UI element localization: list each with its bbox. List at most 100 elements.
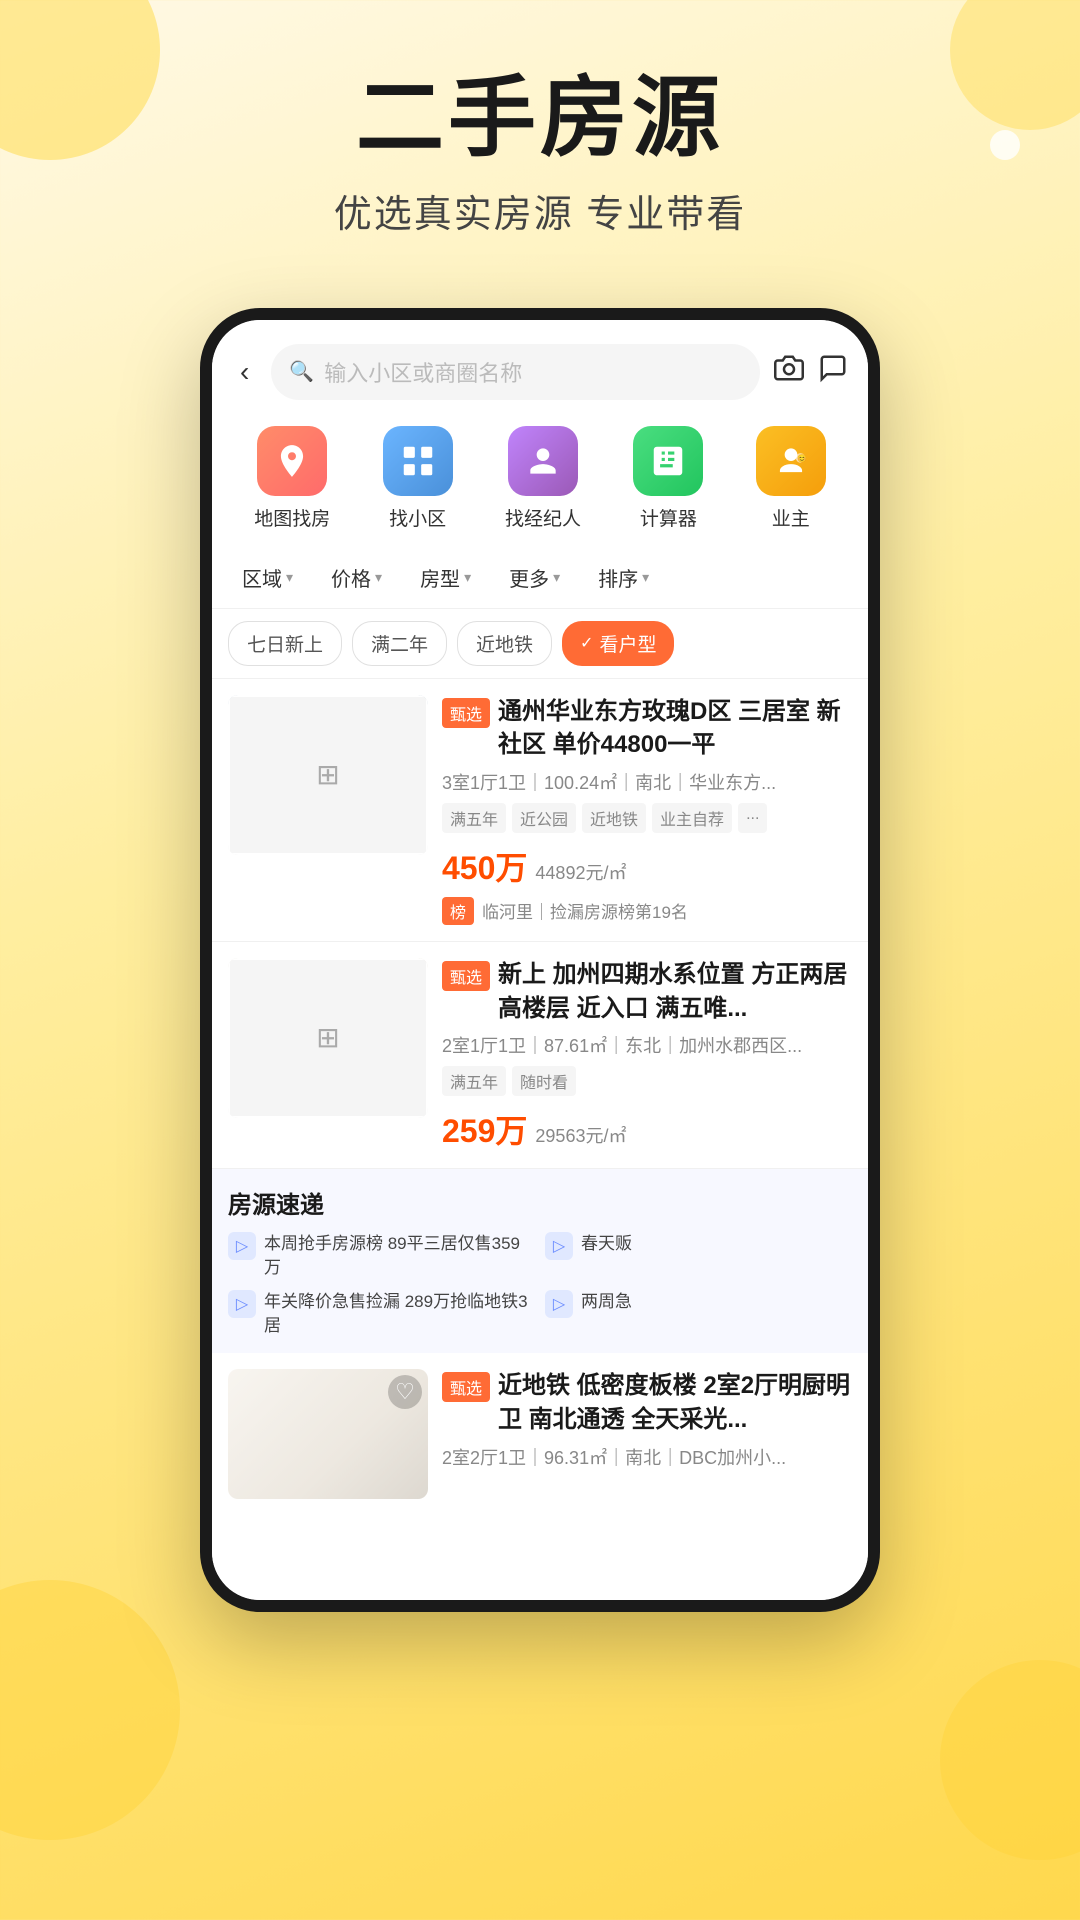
deco-circle-bottomleft	[0, 1580, 180, 1840]
nav-item-map[interactable]: 地图找房	[254, 426, 330, 531]
chevron-down-icon: ▾	[642, 569, 649, 586]
listing-meta-3: 2室2厅1卫｜96.31㎡｜南北｜DBC加州小...	[442, 1445, 852, 1472]
express-text-2: 年关降价急售捡漏 289万抢临地铁3居	[264, 1290, 535, 1338]
express-icon-1: ▷	[545, 1232, 573, 1260]
message-icon-button[interactable]	[818, 353, 848, 391]
page-header: 二手房源 优选真实房源 专业带看	[0, 0, 1080, 268]
search-bar-row: ‹ 🔍 输入小区或商圈名称	[212, 320, 868, 416]
express-text-1: 春天贩	[581, 1232, 632, 1256]
express-item-3[interactable]: ▷ 两周急	[545, 1290, 852, 1338]
tag-1-2: 近地铁	[582, 803, 646, 833]
pill-subway[interactable]: 近地铁	[457, 621, 552, 666]
tag-1-0: 满五年	[442, 803, 506, 833]
chevron-down-icon: ▾	[375, 569, 382, 586]
express-text-3: 两周急	[581, 1290, 632, 1314]
filter-sort[interactable]: 排序 ▾	[584, 555, 663, 600]
listing-title-2: 新上 加州四期水系位置 方正两居 高楼层 近入口 满五唯...	[498, 958, 852, 1025]
zhijing-badge-3: 甄选	[442, 1372, 490, 1402]
express-grid: ▷ 本周抢手房源榜 89平三居仅售359万 ▷ 春天贩 ▷ 年关降价急售捡漏 2…	[228, 1232, 852, 1337]
nav-label-area: 找小区	[389, 504, 446, 531]
listing-image-2: ♡ ⊞	[228, 958, 428, 1118]
calc-icon	[633, 426, 703, 496]
chevron-down-icon: ▾	[464, 569, 471, 586]
listing-card-1[interactable]: ♡ ⊞ 甄选 通州华业东方玫瑰D区 三居室 新社区 单价44800一平 3室1厅…	[212, 679, 868, 942]
nav-item-calc[interactable]: 计算器	[633, 426, 703, 531]
pill-2year[interactable]: 满二年	[352, 621, 447, 666]
zhijing-badge-1: 甄选	[442, 698, 490, 728]
filter-area[interactable]: 区域 ▾	[228, 555, 307, 600]
phone-container: ‹ 🔍 输入小区或商圈名称	[0, 308, 1080, 1612]
listing-tags-1: 满五年 近公园 近地铁 业主自荐 ...	[442, 803, 852, 833]
quick-filters-row: 七日新上 满二年 近地铁 ✓ 看户型	[212, 609, 868, 679]
pill-floorplan[interactable]: ✓ 看户型	[562, 621, 674, 666]
express-title: 房源速递	[228, 1185, 852, 1220]
listing-info-2: 甄选 新上 加州四期水系位置 方正两居 高楼层 近入口 满五唯... 2室1厅1…	[442, 958, 852, 1152]
tag-2-1: 随时看	[512, 1066, 576, 1096]
page-title-main: 二手房源	[0, 70, 1080, 167]
floorplan-thumb-1: ⊞	[228, 695, 428, 855]
price-per-1: 44892元/㎡	[535, 859, 626, 885]
filter-row: 区域 ▾ 价格 ▾ 房型 ▾ 更多 ▾ 排序 ▾	[212, 547, 868, 609]
pill-7day[interactable]: 七日新上	[228, 621, 342, 666]
chevron-down-icon: ▾	[286, 569, 293, 586]
deco-circle-bottomright	[940, 1660, 1080, 1860]
chevron-down-icon: ▾	[553, 569, 560, 586]
phone-mockup: ‹ 🔍 输入小区或商圈名称	[200, 308, 880, 1612]
zhijing-badge-2: 甄选	[442, 961, 490, 991]
listing-title-3: 近地铁 低密度板楼 2室2厅明厨明卫 南北通透 全天采光...	[498, 1369, 852, 1436]
express-icon-3: ▷	[545, 1290, 573, 1318]
tag-1-1: 近公园	[512, 803, 576, 833]
price-row-2: 259万 29563元/㎡	[442, 1106, 852, 1152]
floorplan-thumb-2: ⊞	[228, 958, 428, 1118]
express-item-2[interactable]: ▷ 年关降价急售捡漏 289万抢临地铁3居	[228, 1290, 535, 1338]
search-icon: 🔍	[289, 359, 314, 384]
ranking-row-1: 榜 临河里｜捡漏房源榜第19名	[442, 897, 852, 925]
nav-label-owner: 业主	[772, 504, 810, 531]
listing-tags-2: 满五年 随时看	[442, 1066, 852, 1096]
express-icon-2: ▷	[228, 1290, 256, 1318]
express-text-0: 本周抢手房源榜 89平三居仅售359万	[264, 1232, 535, 1280]
listing-image-3: ♡	[228, 1369, 428, 1499]
filter-type[interactable]: 房型 ▾	[406, 555, 485, 600]
svg-text:😊: 😊	[797, 454, 807, 463]
express-item-0[interactable]: ▷ 本周抢手房源榜 89平三居仅售359万	[228, 1232, 535, 1280]
listing-meta-2: 2室1厅1卫｜87.61㎡｜东北｜加州水郡西区...	[442, 1033, 852, 1060]
agent-icon	[508, 426, 578, 496]
tag-1-4: ...	[738, 803, 767, 833]
listing-card-2[interactable]: ♡ ⊞ 甄选 新上 加州四期水系位置 方正两居 高楼层 近入口 满五唯... 2…	[212, 942, 868, 1169]
listing-meta-1: 3室1厅1卫｜100.24㎡｜南北｜华业东方...	[442, 770, 852, 797]
quick-nav: 地图找房 找小区	[212, 416, 868, 547]
nav-item-agent[interactable]: 找经纪人	[505, 426, 581, 531]
search-input-wrap[interactable]: 🔍 输入小区或商圈名称	[271, 344, 760, 400]
page-title-sub: 优选真实房源 专业带看	[0, 183, 1080, 238]
filter-price[interactable]: 价格 ▾	[317, 555, 396, 600]
rank-badge-1: 榜	[442, 897, 474, 925]
area-icon	[383, 426, 453, 496]
price-main-2: 259万	[442, 1106, 527, 1152]
price-main-1: 450万	[442, 843, 527, 889]
listing-info-3: 甄选 近地铁 低密度板楼 2室2厅明厨明卫 南北通透 全天采光... 2室2厅1…	[442, 1369, 852, 1499]
price-row-1: 450万 44892元/㎡	[442, 843, 852, 889]
camera-icon-button[interactable]	[774, 353, 804, 391]
listing-card-3[interactable]: ♡ 甄选 近地铁 低密度板楼 2室2厅明厨明卫 南北通透 全天采光... 2室2…	[212, 1353, 868, 1515]
check-icon: ✓	[580, 633, 593, 653]
back-button[interactable]: ‹	[232, 352, 257, 392]
search-input[interactable]: 输入小区或商圈名称	[324, 356, 522, 388]
nav-item-area[interactable]: 找小区	[383, 426, 453, 531]
express-item-1[interactable]: ▷ 春天贩	[545, 1232, 852, 1280]
tag-1-3: 业主自荐	[652, 803, 732, 833]
nav-label-calc: 计算器	[640, 504, 697, 531]
listing-title-1: 通州华业东方玫瑰D区 三居室 新社区 单价44800一平	[498, 695, 852, 762]
filter-more[interactable]: 更多 ▾	[495, 555, 574, 600]
owner-icon: 😊	[756, 426, 826, 496]
nav-label-map: 地图找房	[254, 504, 330, 531]
nav-item-owner[interactable]: 😊 业主	[756, 426, 826, 531]
express-icon-0: ▷	[228, 1232, 256, 1260]
express-section: 房源速递 ▷ 本周抢手房源榜 89平三居仅售359万 ▷ 春天贩 ▷ 年关降价急…	[212, 1169, 868, 1353]
tag-2-0: 满五年	[442, 1066, 506, 1096]
price-per-2: 29563元/㎡	[535, 1122, 626, 1148]
listing-info-1: 甄选 通州华业东方玫瑰D区 三居室 新社区 单价44800一平 3室1厅1卫｜1…	[442, 695, 852, 925]
listing-image-1: ♡ ⊞	[228, 695, 428, 855]
nav-label-agent: 找经纪人	[505, 504, 581, 531]
phone-screen: ‹ 🔍 输入小区或商圈名称	[212, 320, 868, 1600]
